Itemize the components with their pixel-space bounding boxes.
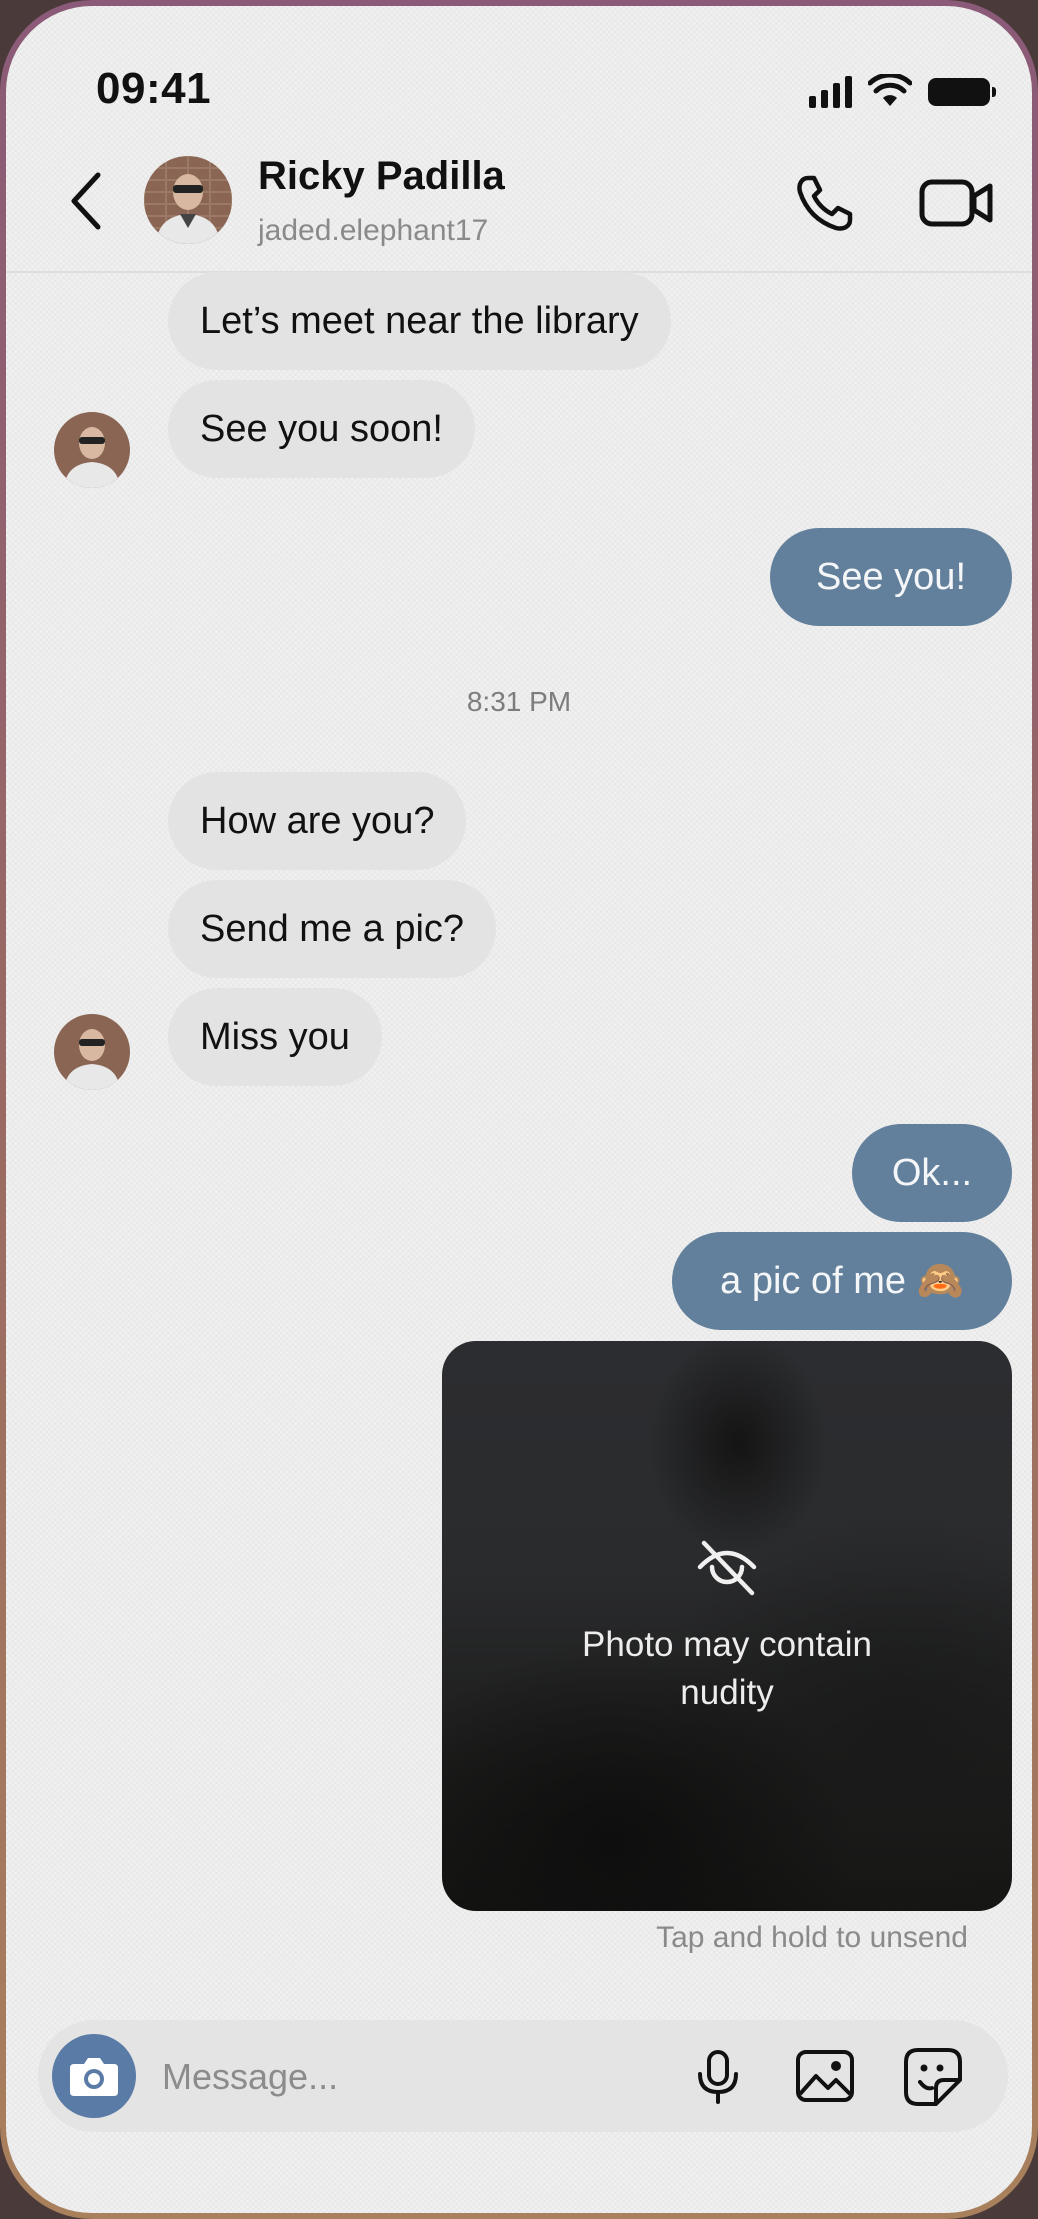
chat-header: Ricky Padilla jaded.elephant17 xyxy=(6,136,1032,273)
message-timestamp: 8:31 PM xyxy=(466,686,572,717)
message-bubble-outgoing[interactable]: Ok... xyxy=(852,1124,1012,1222)
sticker-icon[interactable] xyxy=(902,2046,964,2108)
eye-slash-icon xyxy=(697,1540,757,1596)
microphone-icon[interactable] xyxy=(690,2048,746,2104)
warning-line-2: nudity xyxy=(680,1673,774,1712)
contact-name[interactable]: Ricky Padilla xyxy=(258,154,505,199)
cellular-signal-icon xyxy=(809,76,852,108)
warning-line-1: Photo may contain xyxy=(582,1625,872,1664)
camera-button[interactable] xyxy=(52,2034,136,2118)
back-chevron-icon[interactable] xyxy=(66,171,106,231)
gallery-icon[interactable] xyxy=(794,2048,856,2104)
message-input[interactable] xyxy=(160,2046,644,2108)
message-bubble-incoming[interactable]: Let’s meet near the library xyxy=(168,272,671,370)
message-bubble-incoming[interactable]: Send me a pic? xyxy=(168,880,497,978)
battery-icon xyxy=(928,78,996,106)
message-composer xyxy=(38,2020,1008,2132)
message-bubble-incoming[interactable]: Miss you xyxy=(168,988,382,1086)
phone-icon[interactable] xyxy=(790,168,860,238)
chat-screen: 09:41 Ricky Padilla jaded.elephant17 Let… xyxy=(6,6,1032,2213)
phone-frame: 09:41 Ricky Padilla jaded.elephant17 Let… xyxy=(0,0,1038,2219)
avatar xyxy=(54,1014,130,1090)
sensitive-photo-message[interactable]: Photo may contain nudity xyxy=(442,1341,1012,1911)
camera-icon xyxy=(70,2058,118,2096)
sensitive-content-warning: Photo may contain nudity xyxy=(442,1621,1012,1717)
status-time: 09:41 xyxy=(96,64,212,113)
message-bubble-outgoing[interactable]: a pic of me 🙈 xyxy=(672,1232,1012,1330)
avatar xyxy=(54,412,130,488)
video-camera-icon[interactable] xyxy=(916,168,996,238)
message-bubble-incoming[interactable]: How are you? xyxy=(168,772,467,870)
avatar[interactable] xyxy=(144,156,232,244)
contact-username: jaded.elephant17 xyxy=(258,214,489,247)
message-bubble-incoming[interactable]: See you soon! xyxy=(168,380,475,478)
unsend-hint: Tap and hold to unsend xyxy=(656,1921,968,1954)
wifi-icon xyxy=(868,74,912,106)
status-icons xyxy=(809,68,996,108)
message-bubble-outgoing[interactable]: See you! xyxy=(770,528,1012,626)
